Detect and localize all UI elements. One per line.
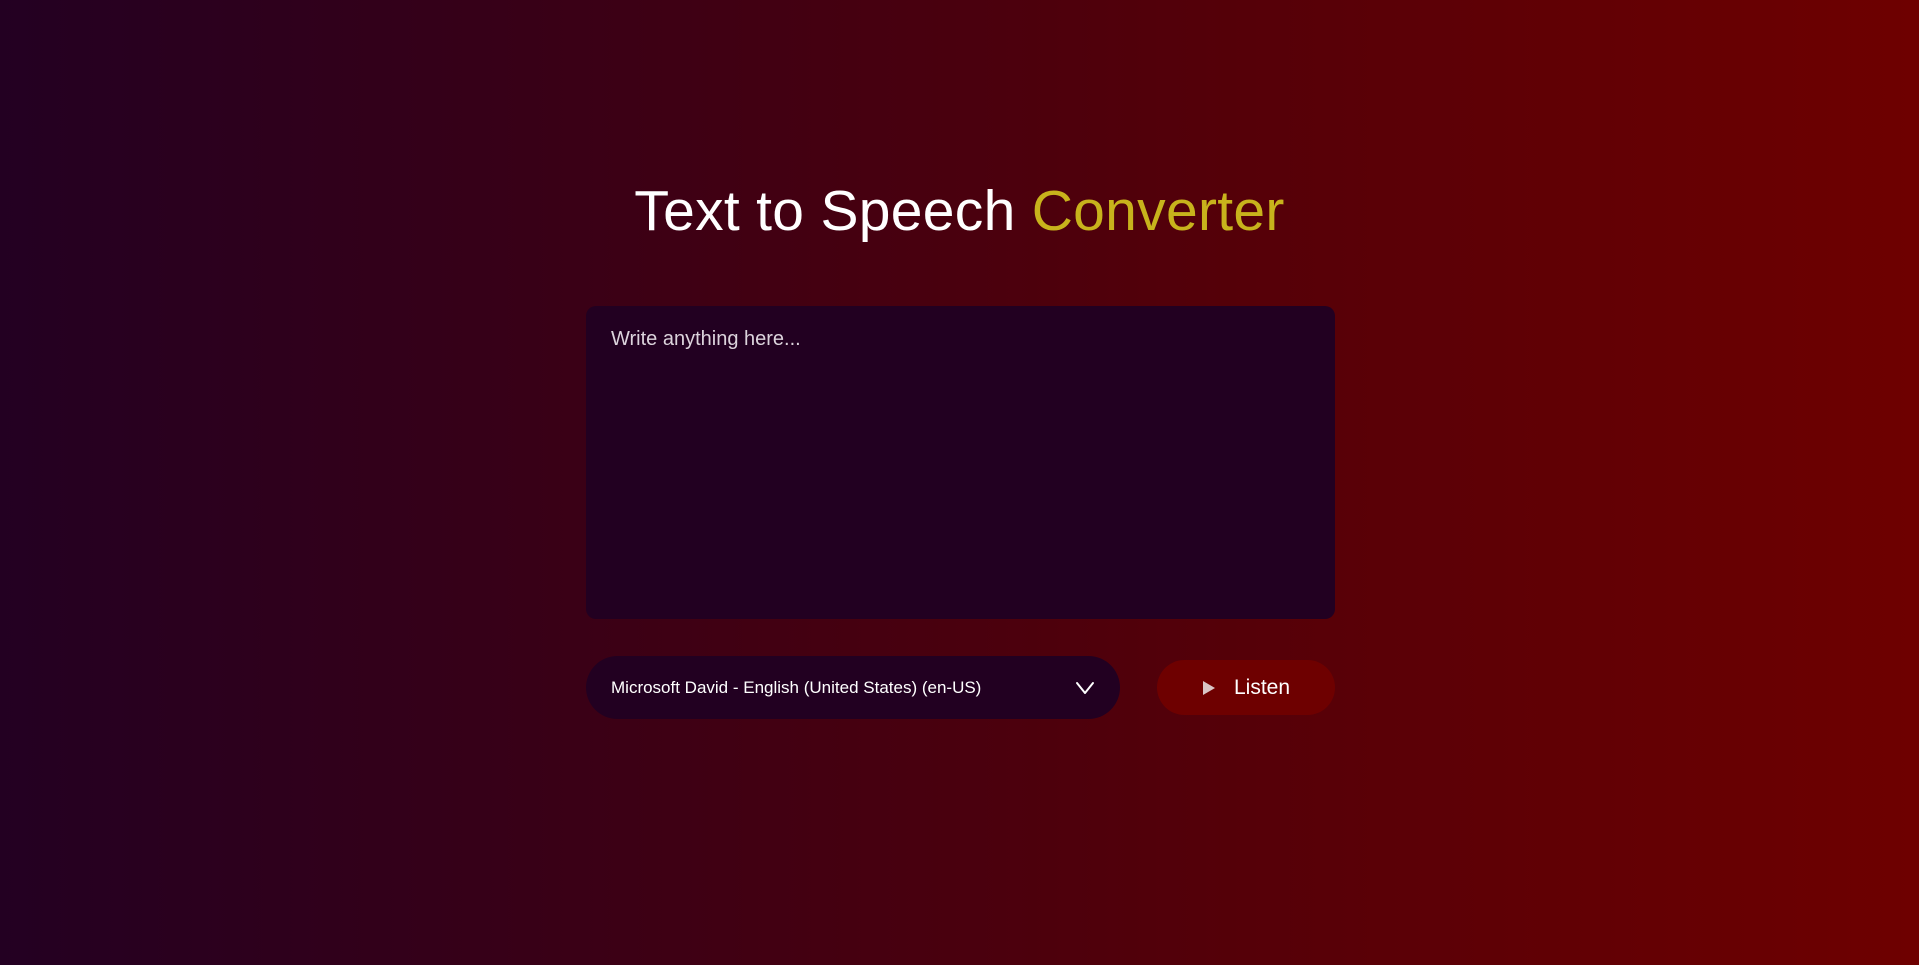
title-main: Text to Speech [634,179,1016,243]
text-input[interactable] [586,306,1335,619]
page-title: Text to Speech Converter [0,176,1919,246]
voice-select-value: Microsoft David - English (United States… [611,677,982,697]
chevron-down-icon [1075,678,1095,698]
voice-select[interactable]: Microsoft David - English (United States… [586,656,1120,719]
controls-row: Microsoft David - English (United States… [586,656,1335,720]
listen-button[interactable]: Listen [1157,660,1335,715]
listen-label: Listen [1233,675,1291,699]
title-accent: Converter [1031,179,1285,243]
play-icon [1202,680,1216,695]
